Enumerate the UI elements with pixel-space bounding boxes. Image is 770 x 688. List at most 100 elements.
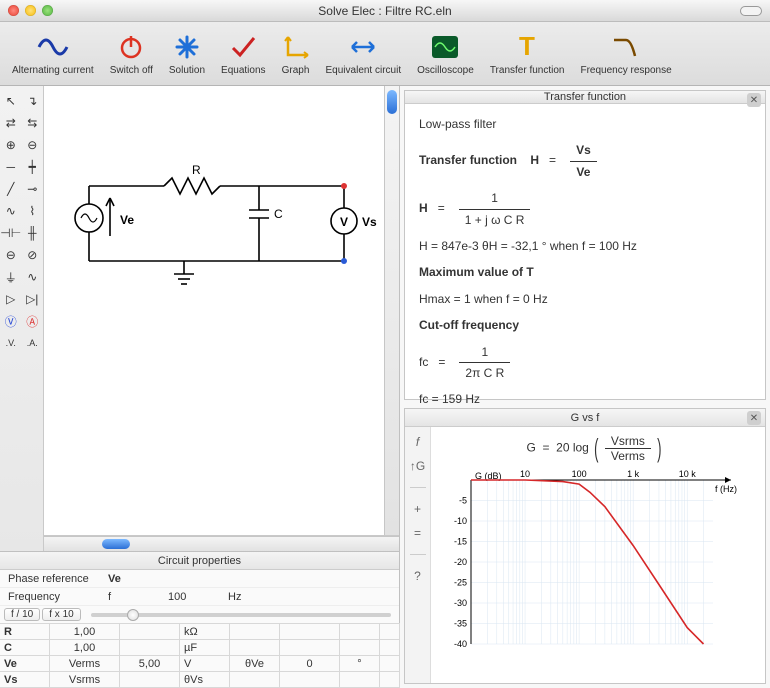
table-cell[interactable]: Vsrms bbox=[49, 671, 120, 688]
freq-div10-button[interactable]: f / 10 bbox=[4, 608, 40, 621]
resistor-icon[interactable]: ∿ bbox=[0, 200, 22, 222]
oscilloscope-button[interactable]: Oscilloscope bbox=[409, 29, 482, 78]
table-cell[interactable] bbox=[379, 671, 400, 688]
table-cell[interactable] bbox=[339, 623, 380, 640]
frequency-value[interactable]: 100 bbox=[164, 591, 224, 603]
transfer-function-button[interactable]: T Transfer function bbox=[482, 29, 573, 78]
table-cell[interactable] bbox=[379, 623, 400, 640]
opamp-icon[interactable]: ▷ bbox=[0, 288, 22, 310]
voltmeter-icon[interactable]: Ⓥ bbox=[0, 310, 22, 332]
filter-type-label: Low-pass filter bbox=[419, 114, 751, 134]
bode-curve-icon bbox=[611, 31, 641, 63]
zoom-out-icon[interactable]: ⊖ bbox=[22, 134, 44, 156]
table-cell[interactable] bbox=[119, 623, 180, 640]
zoom-in-icon[interactable]: ⊕ bbox=[0, 134, 22, 156]
table-cell[interactable] bbox=[279, 671, 340, 688]
table-cell[interactable]: 1,00 bbox=[49, 623, 120, 640]
table-cell[interactable]: R bbox=[0, 623, 50, 640]
diode-icon[interactable]: ▷| bbox=[22, 288, 44, 310]
graph-eq-button[interactable]: = bbox=[414, 526, 421, 540]
pointer-tool-icon[interactable]: ↖ bbox=[0, 90, 22, 112]
table-cell[interactable]: 0 bbox=[279, 655, 340, 672]
jog-right-icon[interactable]: ⇄ bbox=[0, 112, 22, 134]
table-cell[interactable]: ° bbox=[339, 655, 380, 672]
graph-g-button[interactable]: ↑G bbox=[410, 459, 425, 473]
probe-v-icon[interactable]: .V. bbox=[0, 332, 22, 354]
table-cell[interactable] bbox=[379, 655, 400, 672]
table-cell[interactable] bbox=[119, 671, 180, 688]
svg-text:Vs: Vs bbox=[362, 215, 377, 229]
table-cell[interactable] bbox=[279, 639, 340, 656]
switch-open-icon[interactable]: ╱ bbox=[0, 178, 22, 200]
ammeter-icon[interactable]: Ⓐ bbox=[22, 310, 44, 332]
frequency-slider[interactable] bbox=[91, 613, 391, 617]
sine-wave-icon bbox=[36, 31, 70, 63]
graph-side-toolbar: f ↑G + = ? bbox=[405, 427, 431, 683]
switch-off-button[interactable]: Switch off bbox=[102, 29, 161, 78]
ground-icon[interactable]: ⏚ bbox=[0, 266, 22, 288]
svg-text:-30: -30 bbox=[454, 598, 467, 608]
table-cell[interactable]: 5,00 bbox=[119, 655, 180, 672]
equivalent-circuit-button[interactable]: Equivalent circuit bbox=[318, 29, 410, 78]
table-cell[interactable]: Ve bbox=[0, 655, 50, 672]
table-cell[interactable]: 1,00 bbox=[49, 639, 120, 656]
table-row: VeVerms5,00VθVe0° bbox=[0, 656, 399, 672]
main-toolbar: Alternating current Switch off Solution … bbox=[0, 22, 770, 86]
ac-button[interactable]: Alternating current bbox=[4, 29, 102, 78]
wire-tool-icon[interactable]: ↴ bbox=[22, 90, 44, 112]
table-cell[interactable]: Verms bbox=[49, 655, 120, 672]
table-cell[interactable] bbox=[229, 639, 280, 656]
table-cell[interactable] bbox=[279, 623, 340, 640]
svg-text:T: T bbox=[519, 33, 535, 61]
junction-icon[interactable]: ┿ bbox=[22, 156, 44, 178]
svg-text:-10: -10 bbox=[454, 516, 467, 526]
vsource-icon[interactable]: ⊖ bbox=[0, 244, 22, 266]
table-cell[interactable] bbox=[229, 671, 280, 688]
transfer-function-panel: Transfer function ✕ Low-pass filter Tran… bbox=[404, 90, 766, 400]
switch-closed-icon[interactable]: ⊸ bbox=[22, 178, 44, 200]
table-cell[interactable]: Vs bbox=[0, 671, 50, 688]
frequency-label: Frequency bbox=[4, 591, 104, 603]
table-cell[interactable] bbox=[379, 639, 400, 656]
toolbar-toggle-pill[interactable] bbox=[740, 6, 762, 16]
frequency-response-button[interactable]: Frequency response bbox=[572, 29, 679, 78]
capacitor-icon[interactable]: ⊣⊢ bbox=[0, 222, 22, 244]
graph-help-button[interactable]: ? bbox=[414, 569, 421, 583]
schematic-canvas[interactable]: R C Ve V Vs bbox=[44, 86, 399, 536]
probe-a-icon[interactable]: .A. bbox=[22, 332, 44, 354]
table-cell[interactable]: θVe bbox=[229, 655, 280, 672]
inductor-icon[interactable]: ⌇ bbox=[22, 200, 44, 222]
graph-button[interactable]: Graph bbox=[274, 29, 318, 78]
table-cell[interactable] bbox=[339, 639, 380, 656]
svg-text:V: V bbox=[340, 215, 348, 229]
table-cell[interactable] bbox=[119, 639, 180, 656]
checkmark-icon bbox=[229, 31, 257, 63]
freq-mul10-button[interactable]: f x 10 bbox=[42, 608, 80, 621]
table-cell[interactable]: kΩ bbox=[179, 623, 230, 640]
solution-button[interactable]: Solution bbox=[161, 29, 213, 78]
isource-icon[interactable]: ⊘ bbox=[22, 244, 44, 266]
canvas-vertical-scrollbar[interactable] bbox=[384, 86, 399, 535]
svg-text:-35: -35 bbox=[454, 619, 467, 629]
canvas-horizontal-scrollbar[interactable] bbox=[44, 536, 399, 551]
svg-text:Ve: Ve bbox=[120, 213, 134, 227]
table-cell[interactable] bbox=[339, 671, 380, 688]
graph-formula: G = 20 log (VsrmsVerms) bbox=[435, 433, 755, 464]
table-cell[interactable] bbox=[229, 623, 280, 640]
table-cell[interactable]: θVs bbox=[179, 671, 230, 688]
acsource-icon[interactable]: ∿ bbox=[22, 266, 44, 288]
close-graph-panel-button[interactable]: ✕ bbox=[747, 411, 761, 425]
table-cell[interactable]: C bbox=[0, 639, 50, 656]
node-icon[interactable]: ─ bbox=[0, 156, 22, 178]
table-cell[interactable]: V bbox=[179, 655, 230, 672]
equations-button[interactable]: Equations bbox=[213, 29, 273, 78]
circuit-properties-panel: Circuit properties Phase reference Ve Fr… bbox=[0, 551, 399, 688]
svg-text:-20: -20 bbox=[454, 557, 467, 567]
jog-left-icon[interactable]: ⇆ bbox=[22, 112, 44, 134]
battery-icon[interactable]: ╫ bbox=[22, 222, 44, 244]
close-transfer-panel-button[interactable]: ✕ bbox=[747, 93, 761, 107]
graph-plus-button[interactable]: + bbox=[414, 502, 421, 516]
table-cell[interactable]: µF bbox=[179, 639, 230, 656]
scope-screen-icon bbox=[430, 31, 460, 63]
graph-f-button[interactable]: f bbox=[416, 435, 419, 449]
